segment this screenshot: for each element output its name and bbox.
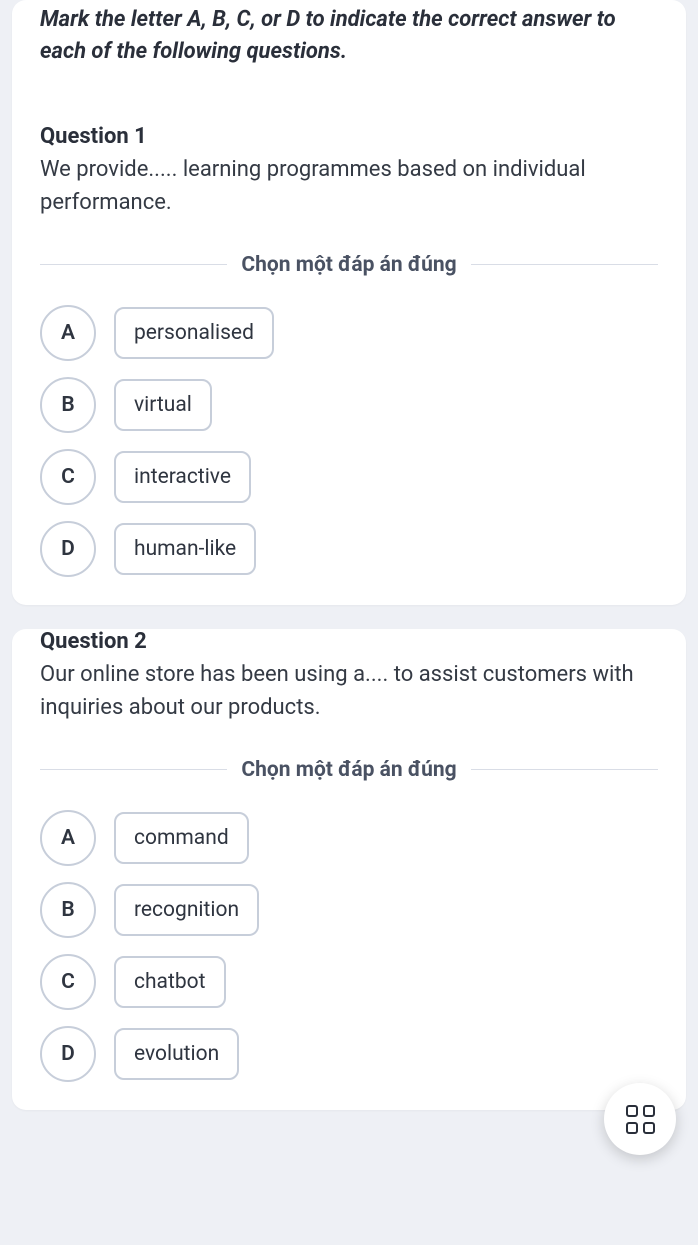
divider-line-right bbox=[471, 264, 658, 265]
question-card-1: Mark the letter A, B, C, or D to indicat… bbox=[12, 0, 686, 605]
options-list: A personalised B virtual C interactive D… bbox=[40, 305, 658, 577]
option-text[interactable]: chatbot bbox=[114, 956, 226, 1008]
choose-divider: Chọn một đáp án đúng bbox=[40, 758, 658, 782]
option-letter[interactable]: C bbox=[40, 954, 96, 1010]
option-text[interactable]: evolution bbox=[114, 1028, 239, 1080]
divider-line-right bbox=[471, 769, 658, 770]
divider-line-left bbox=[40, 769, 227, 770]
instruction-text: Mark the letter A, B, C, or D to indicat… bbox=[40, 0, 658, 68]
option-letter[interactable]: D bbox=[40, 521, 96, 577]
grid-menu-button[interactable] bbox=[604, 1083, 676, 1155]
option-row-d[interactable]: D evolution bbox=[40, 1026, 658, 1082]
divider-line-left bbox=[40, 264, 227, 265]
option-letter[interactable]: D bbox=[40, 1026, 96, 1082]
option-row-c[interactable]: C interactive bbox=[40, 449, 658, 505]
question-title: Question 2 bbox=[40, 629, 658, 654]
option-text[interactable]: virtual bbox=[114, 379, 212, 431]
option-letter[interactable]: B bbox=[40, 882, 96, 938]
option-row-b[interactable]: B virtual bbox=[40, 377, 658, 433]
option-row-a[interactable]: A personalised bbox=[40, 305, 658, 361]
option-letter[interactable]: B bbox=[40, 377, 96, 433]
option-text[interactable]: command bbox=[114, 812, 249, 864]
option-text[interactable]: recognition bbox=[114, 884, 259, 936]
grid-icon bbox=[626, 1105, 655, 1134]
divider-label: Chọn một đáp án đúng bbox=[241, 758, 456, 782]
option-row-d[interactable]: D human-like bbox=[40, 521, 658, 577]
option-letter[interactable]: A bbox=[40, 305, 96, 361]
question-text: We provide..... learning programmes base… bbox=[40, 153, 658, 219]
option-text[interactable]: interactive bbox=[114, 451, 251, 503]
divider-label: Chọn một đáp án đúng bbox=[241, 253, 456, 277]
question-card-2: Question 2 Our online store has been usi… bbox=[12, 629, 686, 1110]
option-text[interactable]: personalised bbox=[114, 307, 274, 359]
question-text: Our online store has been using a.... to… bbox=[40, 658, 658, 724]
option-letter[interactable]: A bbox=[40, 810, 96, 866]
option-row-a[interactable]: A command bbox=[40, 810, 658, 866]
option-letter[interactable]: C bbox=[40, 449, 96, 505]
option-row-c[interactable]: C chatbot bbox=[40, 954, 658, 1010]
option-text[interactable]: human-like bbox=[114, 523, 256, 575]
options-list: A command B recognition C chatbot D evol… bbox=[40, 810, 658, 1082]
choose-divider: Chọn một đáp án đúng bbox=[40, 253, 658, 277]
question-title: Question 1 bbox=[40, 96, 658, 149]
option-row-b[interactable]: B recognition bbox=[40, 882, 658, 938]
